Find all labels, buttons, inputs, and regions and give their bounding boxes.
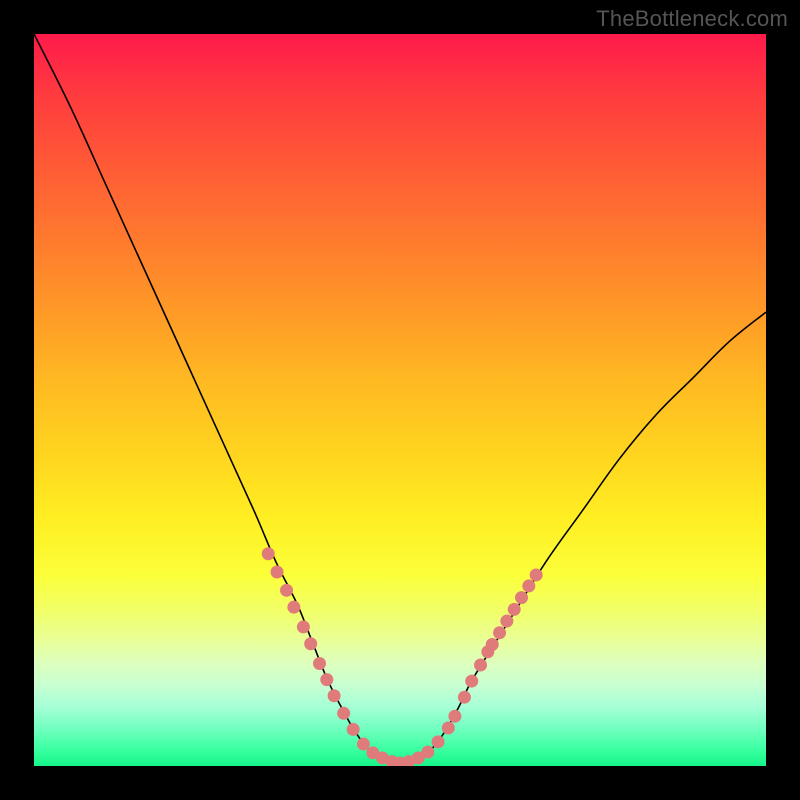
data-marker <box>522 579 535 592</box>
data-marker <box>515 591 528 604</box>
data-marker <box>304 637 317 650</box>
data-marker <box>493 626 506 639</box>
data-marker <box>271 566 284 579</box>
data-marker <box>458 691 471 704</box>
data-marker <box>280 584 293 597</box>
data-marker <box>530 568 543 581</box>
data-marker <box>442 721 455 734</box>
data-marker <box>287 601 300 614</box>
data-marker <box>448 710 461 723</box>
bottleneck-curve <box>34 34 766 764</box>
data-marker <box>357 738 370 751</box>
data-marker <box>262 547 275 560</box>
plot-area <box>34 34 766 766</box>
attribution-label: TheBottleneck.com <box>596 6 788 32</box>
data-marker <box>313 657 326 670</box>
marker-group <box>262 547 543 766</box>
data-marker <box>421 746 434 759</box>
data-marker <box>432 735 445 748</box>
chart-frame: TheBottleneck.com <box>0 0 800 800</box>
data-marker <box>320 673 333 686</box>
data-marker <box>465 675 478 688</box>
data-marker <box>337 707 350 720</box>
curve-layer <box>34 34 766 766</box>
data-marker <box>297 620 310 633</box>
data-marker <box>508 603 521 616</box>
data-marker <box>347 723 360 736</box>
data-marker <box>328 689 341 702</box>
data-marker <box>474 658 487 671</box>
data-marker <box>500 615 513 628</box>
data-marker <box>486 638 499 651</box>
